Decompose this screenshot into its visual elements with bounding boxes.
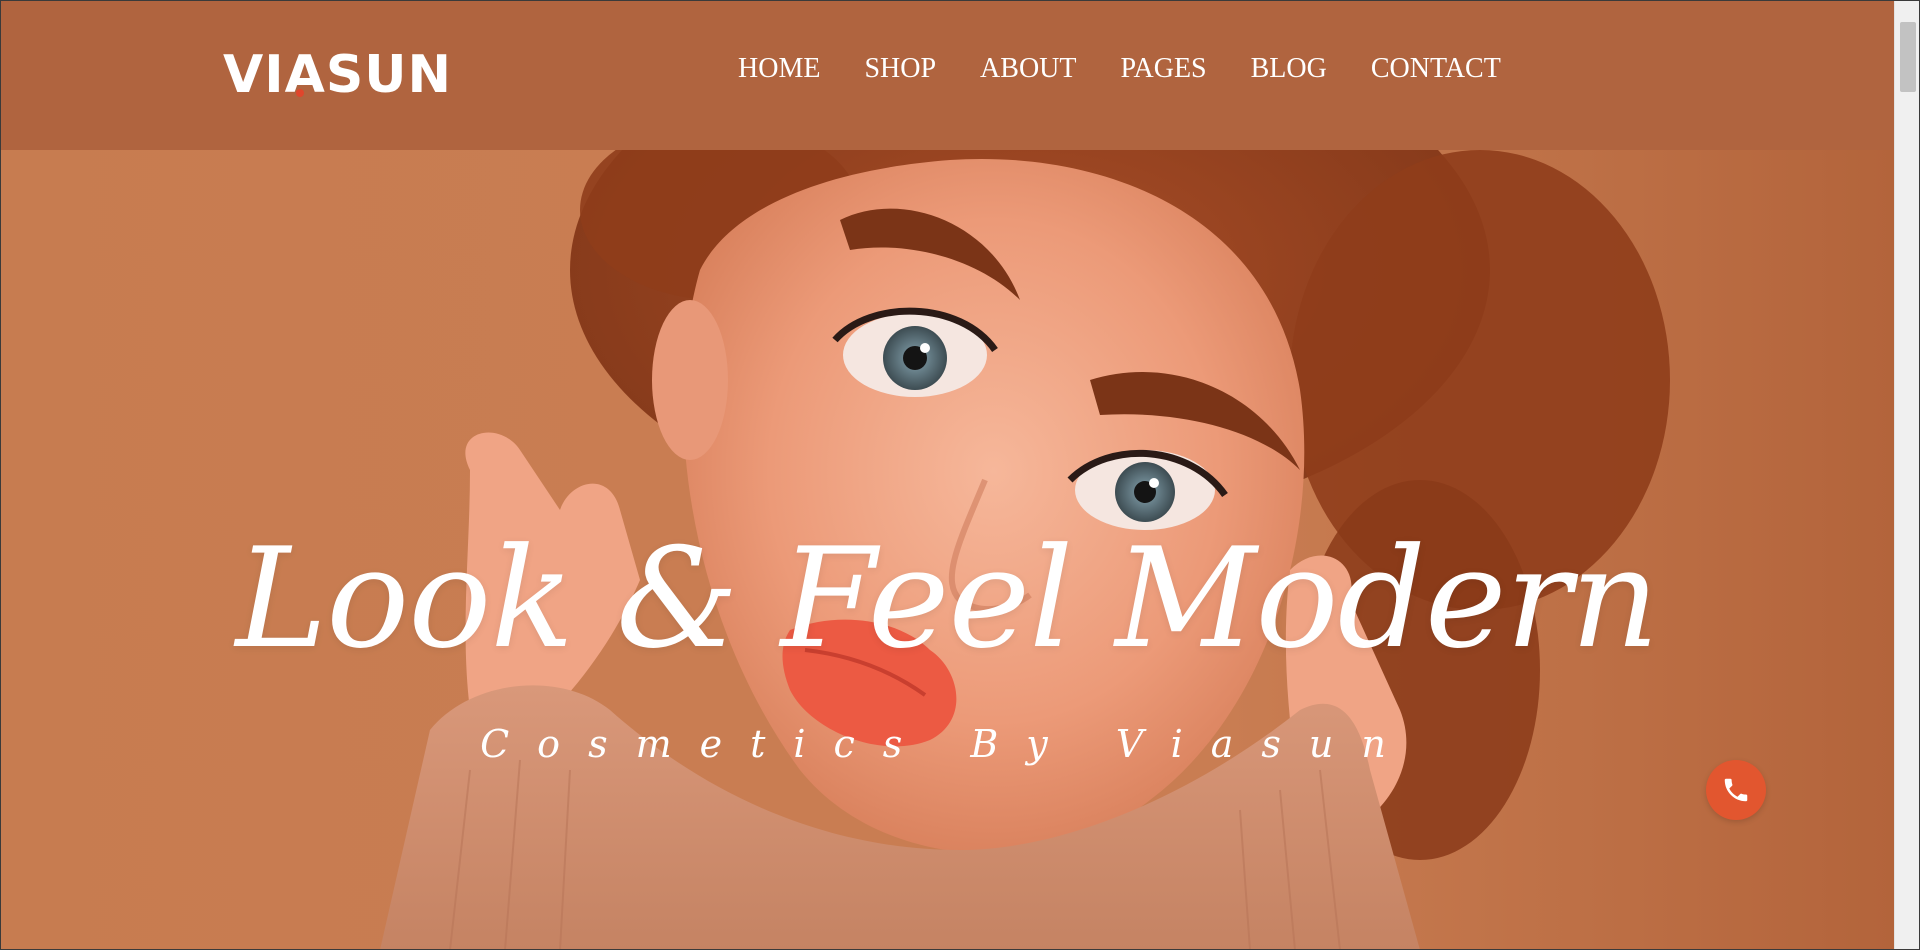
phone-icon: [1724, 778, 1748, 802]
page-viewport: VIASUN HOME SHOP ABOUT PAGES BLOG CONTAC…: [0, 0, 1894, 950]
nav-blog[interactable]: BLOG: [1251, 53, 1327, 85]
nav-about[interactable]: ABOUT: [980, 53, 1076, 85]
scrollbar-thumb[interactable]: [1900, 22, 1916, 92]
main-nav: HOME SHOP ABOUT PAGES BLOG CONTACT: [738, 53, 1501, 85]
vertical-scrollbar[interactable]: [1894, 0, 1920, 950]
site-header: VIASUN HOME SHOP ABOUT PAGES BLOG CONTAC…: [0, 0, 1894, 150]
logo-accent-dot: [296, 89, 304, 97]
hero-section: Look & Feel Modern Cosmetics By Viasun: [0, 150, 1894, 950]
nav-home[interactable]: HOME: [738, 53, 820, 85]
hero-subline: Cosmetics By Viasun: [480, 722, 1414, 766]
nav-pages[interactable]: PAGES: [1121, 53, 1207, 85]
nav-contact[interactable]: CONTACT: [1371, 53, 1501, 85]
nav-shop[interactable]: SHOP: [864, 53, 936, 85]
call-button[interactable]: [1706, 760, 1766, 820]
brand-logo[interactable]: VIASUN: [223, 43, 451, 103]
hero-headline: Look & Feel Modern: [235, 518, 1660, 679]
brand-logo-text: VIASUN: [223, 45, 453, 105]
